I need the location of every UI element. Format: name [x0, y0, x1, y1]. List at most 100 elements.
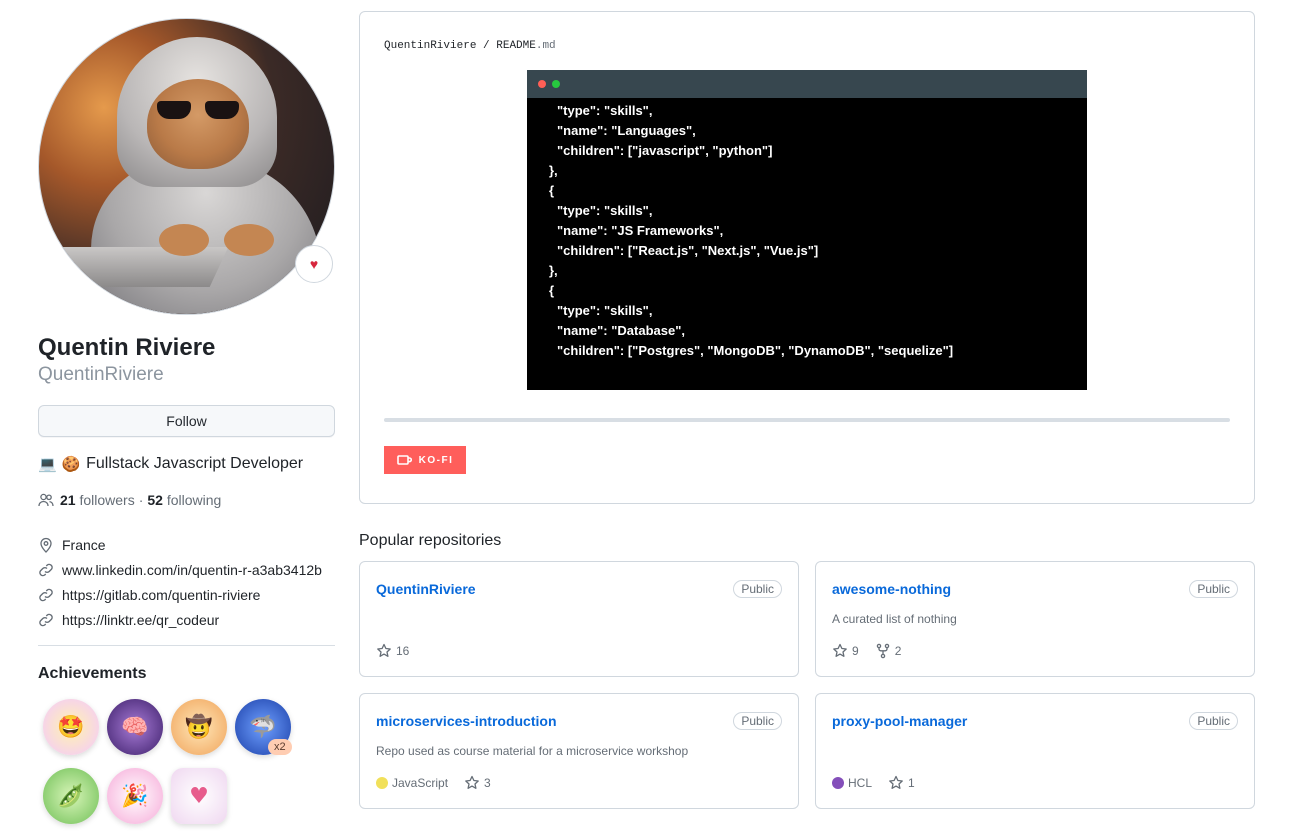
repo-name-link[interactable]: proxy-pool-manager — [832, 713, 967, 729]
kofi-label: KO-FI — [418, 454, 454, 466]
repo-description: A curated list of nothing — [832, 612, 957, 626]
language-name: JavaScript — [392, 776, 449, 790]
forks-count: 2 — [894, 644, 902, 658]
code-line: }, — [549, 263, 558, 278]
readme-divider — [384, 418, 1230, 422]
profile-details: France www.linkedin.com/in/quentin-r-a3a… — [38, 532, 335, 632]
profile-login: QuentinRiviere — [38, 364, 164, 385]
code-line: { — [549, 283, 555, 298]
profile-sidebar: ♥ Quentin Riviere QuentinRiviere Follow … — [38, 18, 335, 831]
avatar[interactable] — [38, 18, 335, 315]
readme-breadcrumb: QuentinRiviere / README.md — [384, 40, 556, 52]
link-icon — [39, 613, 53, 626]
coffee-cup-icon — [396, 454, 412, 465]
forks-link[interactable]: 2 — [875, 643, 902, 659]
popular-repos-title: Popular repositories — [359, 532, 502, 549]
star-icon — [377, 643, 391, 657]
link-icon — [39, 563, 53, 576]
stars-link[interactable]: 1 — [888, 775, 915, 791]
code-line: "name": "Database", — [557, 323, 685, 338]
repo-card: awesome-nothing Public A curated list of… — [815, 561, 1255, 677]
avatar-container: ♥ — [38, 18, 335, 315]
galaxy-brain-badge-icon[interactable]: 🧠 — [107, 699, 163, 755]
star-icon — [465, 775, 479, 789]
code-line: "type": "skills", — [557, 103, 653, 118]
stars-link[interactable]: 9 — [832, 643, 859, 659]
follow-button[interactable]: Follow — [38, 405, 335, 437]
star-icon — [833, 643, 847, 657]
visibility-badge: Public — [1189, 712, 1238, 730]
achievement-count-badge: x2 — [268, 739, 292, 755]
stars-count: 9 — [852, 644, 859, 658]
code-line: "children": ["javascript", "python"] — [557, 143, 773, 158]
stars-link[interactable]: 3 — [464, 775, 491, 791]
repo-meta: 9 2 — [832, 643, 901, 659]
maximize-dot-icon — [552, 80, 560, 88]
code-line: { — [549, 183, 555, 198]
location-icon — [40, 537, 52, 553]
repo-meta: HCL 1 — [832, 775, 915, 791]
profile-readme: QuentinRiviere / README.md "type": "skil… — [359, 11, 1255, 504]
following-link[interactable]: 52 following — [147, 492, 221, 508]
repo-language: HCL — [832, 776, 872, 790]
terminal-title-bar — [527, 70, 1087, 98]
repo-name-link[interactable]: QuentinRiviere — [376, 581, 476, 597]
status-heart-icon[interactable]: ♥ — [295, 245, 333, 283]
achievements-list: 🤩 🧠 🤠 🦈 x2 🫛 🎉 ♥ — [38, 693, 335, 831]
repo-meta: JavaScript 3 — [376, 775, 491, 791]
people-icon — [38, 493, 54, 507]
code-line: "type": "skills", — [557, 203, 653, 218]
stars-count: 3 — [484, 776, 491, 790]
heart-on-sleeve-badge-icon[interactable]: ♥ — [171, 768, 227, 824]
language-color-dot — [376, 777, 388, 789]
breadcrumb-separator: / — [483, 40, 490, 52]
fork-icon — [876, 643, 889, 659]
repo-description: Repo used as course material for a micro… — [376, 744, 689, 758]
gitlab-link[interactable]: https://gitlab.com/quentin-riviere — [62, 587, 260, 603]
visibility-badge: Public — [733, 712, 782, 730]
code-line: }, — [549, 163, 558, 178]
bio-text: Fullstack Javascript Developer — [86, 455, 304, 472]
code-line: "type": "skills", — [557, 303, 653, 318]
followers-link[interactable]: 21 followers — [60, 492, 135, 508]
code-line: "name": "JS Frameworks", — [557, 223, 724, 238]
location-text: France — [62, 536, 106, 553]
repo-card: proxy-pool-manager Public HCL 1 — [815, 693, 1255, 809]
repo-language: JavaScript — [376, 776, 448, 790]
readme-owner-link[interactable]: QuentinRiviere — [384, 40, 476, 52]
language-color-dot — [832, 777, 844, 789]
visibility-badge: Public — [733, 580, 782, 598]
yolo-badge-icon[interactable]: 🎉 — [107, 768, 163, 824]
stats-separator: · — [138, 492, 144, 508]
star-struck-badge-icon[interactable]: 🤩 — [43, 699, 99, 755]
link-item-linktree[interactable]: https://linktr.ee/qr_codeur — [38, 607, 335, 632]
follow-stats: 21 followers · 52 following — [38, 492, 335, 508]
code-line: "children": ["Postgres", "MongoDB", "Dyn… — [557, 343, 954, 358]
stars-link[interactable]: 16 — [376, 643, 409, 659]
repo-name-link[interactable]: awesome-nothing — [832, 581, 951, 597]
language-name: HCL — [848, 776, 873, 790]
yolo-cowboy-badge-icon[interactable]: 🤠 — [171, 699, 227, 755]
stars-count: 1 — [908, 776, 915, 790]
repo-meta: 16 — [376, 643, 409, 659]
linktree-link[interactable]: https://linktr.ee/qr_codeur — [62, 612, 219, 628]
pair-extraordinaire-badge-icon[interactable]: 🫛 — [43, 768, 99, 824]
achievements-title: Achievements — [38, 665, 147, 682]
readme-file-name[interactable]: README — [496, 40, 536, 52]
bio-emoji: 💻 🍪 — [38, 455, 81, 473]
readme-file-ext: .md — [535, 40, 556, 52]
linkedin-link[interactable]: www.linkedin.com/in/quentin-r-a3ab3412b — [62, 562, 322, 578]
link-icon — [39, 588, 53, 601]
repo-card: QuentinRiviere Public 16 — [359, 561, 799, 677]
terminal-image: "type": "skills", "name": "Languages", "ch… — [527, 70, 1087, 390]
terminal-code: "type": "skills", "name": "Languages", "ch… — [527, 98, 1087, 361]
repo-name-link[interactable]: microservices-introduction — [376, 713, 557, 729]
repo-card: microservices-introduction Public Repo u… — [359, 693, 799, 809]
link-item-linkedin[interactable]: www.linkedin.com/in/quentin-r-a3ab3412b — [38, 557, 335, 582]
kofi-button[interactable]: KO-FI — [384, 446, 466, 474]
close-dot-icon — [538, 80, 546, 88]
location-item: France — [38, 532, 335, 557]
code-line: "name": "Languages", — [557, 123, 696, 138]
visibility-badge: Public — [1189, 580, 1238, 598]
link-item-gitlab[interactable]: https://gitlab.com/quentin-riviere — [38, 582, 335, 607]
